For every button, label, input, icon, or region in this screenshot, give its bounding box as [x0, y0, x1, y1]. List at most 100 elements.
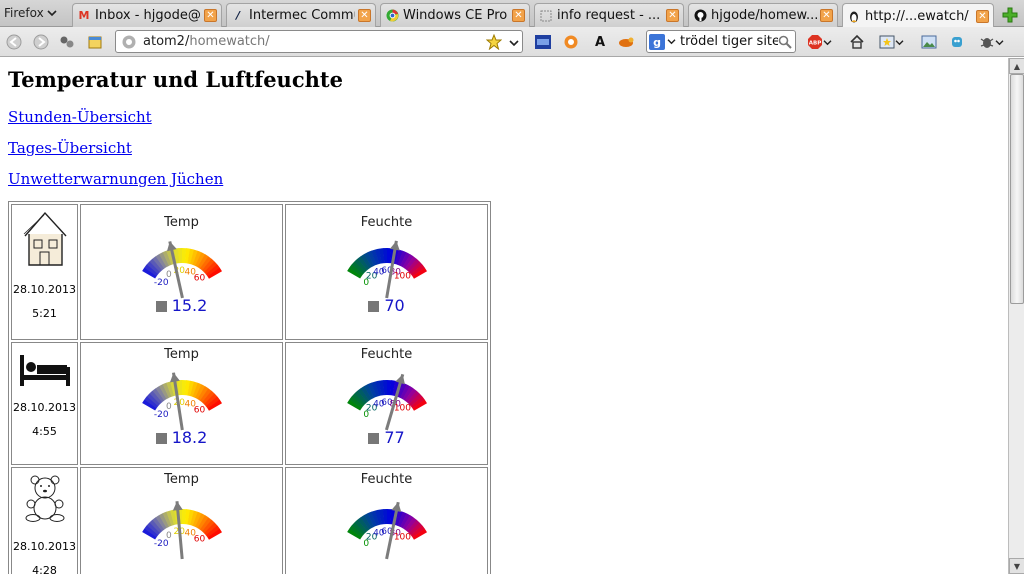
tab-label: Inbox - hjgode@	[95, 8, 201, 23]
bug-icon	[980, 38, 993, 48]
scrollbar-thumb[interactable]	[1010, 74, 1024, 304]
sensor-row: 28.10.2013 4:28 Temp -200204060 Feuchte …	[11, 467, 488, 574]
chevron-down-icon[interactable]	[509, 39, 519, 47]
bird-icon	[619, 37, 634, 47]
scroll-down-button[interactable]: ▼	[1009, 558, 1024, 574]
toolbar-button[interactable]	[617, 33, 635, 51]
arrow-down-icon: ▼	[1013, 561, 1021, 571]
chevron-down-icon	[995, 39, 1003, 45]
reading-date: 28.10.2013	[13, 283, 76, 296]
close-tab-icon[interactable]: ✕	[976, 9, 989, 23]
magnifier-icon[interactable]	[778, 35, 792, 49]
link-stunden-uebersicht[interactable]: Stunden-Übersicht	[8, 108, 152, 126]
gauge-title: Feuchte	[360, 347, 413, 362]
vertical-scrollbar[interactable]: ▲ ▼	[1008, 58, 1024, 574]
extension-button[interactable]	[58, 33, 76, 51]
gauge-value: 77	[384, 428, 405, 447]
forward-button[interactable]	[32, 33, 50, 51]
address-bar[interactable]: atom2/homewatch/	[115, 30, 523, 53]
bookmarks-icon	[879, 35, 894, 49]
adblock-button[interactable]: ABP	[806, 33, 832, 51]
firebug-menu-button[interactable]	[978, 33, 1004, 51]
gauge-needle-arrowhead	[172, 501, 183, 511]
link-tages-uebersicht[interactable]: Tages-Übersicht	[8, 139, 132, 157]
chevron-down-icon	[823, 39, 831, 45]
chat-button[interactable]	[948, 33, 966, 51]
tab-info-request[interactable]: info request - ... ✕	[534, 3, 684, 27]
globe-icon	[122, 35, 136, 48]
sensor-row: 28.10.2013 5:21 Temp -20 0 20 40 60 15.2 Feu…	[11, 204, 488, 340]
close-tab-icon[interactable]: ✕	[204, 9, 217, 22]
image-icon	[921, 35, 937, 49]
gauge-tick-label: 60	[193, 535, 205, 545]
url-host: atom2/	[143, 34, 190, 49]
search-bar[interactable]: g trödel tiger site	[646, 30, 796, 53]
temperature-gauge-cell: Temp -20 0 20 40 60 15.2	[80, 204, 283, 340]
temperature-gauge: -200204060	[141, 501, 222, 560]
chevron-down-icon	[47, 10, 57, 17]
toolbar-button[interactable]	[534, 33, 552, 51]
toolbar-button[interactable]: A	[591, 33, 609, 51]
tab-intermec[interactable]: / Intermec Commu ✕	[226, 3, 376, 27]
new-tab-button[interactable]	[998, 4, 1022, 25]
tab-windows-ce[interactable]: Windows CE Pro ✕	[380, 3, 530, 27]
teddy-bear-icon	[25, 475, 64, 522]
google-icon: g	[649, 33, 665, 50]
humidity-gauge: 020406080100	[346, 373, 427, 431]
chevron-down-icon	[895, 39, 903, 45]
link-unwetterwarnungen[interactable]: Unwetterwarnungen Jüchen	[8, 170, 223, 188]
close-tab-icon[interactable]: ✕	[358, 9, 371, 22]
gauge-title: Temp	[164, 472, 199, 487]
close-tab-icon[interactable]: ✕	[512, 9, 525, 22]
temperature-gauge-cell: Temp -200204060	[80, 467, 283, 574]
intermec-icon: /	[235, 9, 241, 22]
temperature-gauge-cell: Temp -200204060 18.2	[80, 342, 283, 465]
tux-icon	[847, 9, 861, 23]
firefox-menu-label: Firefox	[4, 6, 44, 20]
home-icon	[850, 34, 864, 49]
close-tab-icon[interactable]: ✕	[666, 9, 679, 22]
gauge-title: Feuchte	[360, 472, 413, 487]
tab-label: Windows CE Pro	[403, 8, 508, 23]
bookmarks-button[interactable]	[877, 33, 905, 51]
gear-icon	[60, 36, 74, 48]
firefox-menu-button[interactable]: Firefox	[4, 4, 57, 22]
close-tab-icon[interactable]: ✕	[820, 9, 833, 22]
back-button[interactable]	[5, 33, 23, 51]
bookmark-star-icon[interactable]	[486, 34, 502, 50]
humidity-gauge-cell: Feuchte 020406080100 77	[285, 342, 488, 465]
arrow-up-icon: ▲	[1013, 61, 1021, 71]
tab-strip: Firefox M Inbox - hjgode@ ✕ / Intermec C…	[0, 0, 1024, 28]
home-button[interactable]	[848, 33, 866, 51]
forward-arrow-icon	[33, 34, 49, 50]
gauge-tick-label: 0	[165, 270, 171, 280]
toolbar-button[interactable]	[562, 33, 580, 51]
reading-time: 4:55	[32, 425, 57, 438]
page-icon	[539, 9, 553, 23]
sensor-table: 28.10.2013 5:21 Temp -20 0 20 40 60 15.2 Feu…	[8, 201, 491, 574]
house-icon	[23, 211, 67, 266]
screenshot-button[interactable]	[920, 33, 938, 51]
scroll-up-button[interactable]: ▲	[1009, 58, 1024, 74]
status-square-icon	[368, 301, 380, 312]
tab-github[interactable]: hjgode/homew... ✕	[688, 3, 838, 27]
gauge-title: Temp	[164, 347, 199, 362]
chevron-down-icon	[667, 39, 676, 45]
navigation-toolbar: atom2/homewatch/ A g trödel tiger site A…	[0, 27, 1024, 57]
gauge-title: Feuchte	[360, 215, 413, 230]
gauge-value: 18.2	[171, 428, 208, 447]
tab-label: Intermec Commu	[249, 8, 355, 23]
tab-gmail[interactable]: M Inbox - hjgode@ ✕	[72, 3, 222, 27]
temperature-gauge: -200204060	[141, 241, 222, 299]
sensor-row: 28.10.2013 4:55 Temp -200204060 18.2 Feu…	[11, 342, 488, 465]
device-cell: 28.10.2013 5:21	[11, 204, 78, 340]
gauge-value: 70	[384, 296, 405, 315]
search-text: trödel tiger site	[680, 34, 781, 49]
reading-time: 5:21	[32, 307, 57, 320]
tab-homewatch[interactable]: http://...ewatch/ ✕	[842, 3, 994, 28]
film-icon	[535, 35, 551, 49]
addon-button[interactable]	[86, 33, 104, 51]
plus-icon	[1002, 7, 1018, 22]
gauge-tick-label: 100	[393, 272, 410, 282]
gauge-title: Temp	[164, 215, 199, 230]
